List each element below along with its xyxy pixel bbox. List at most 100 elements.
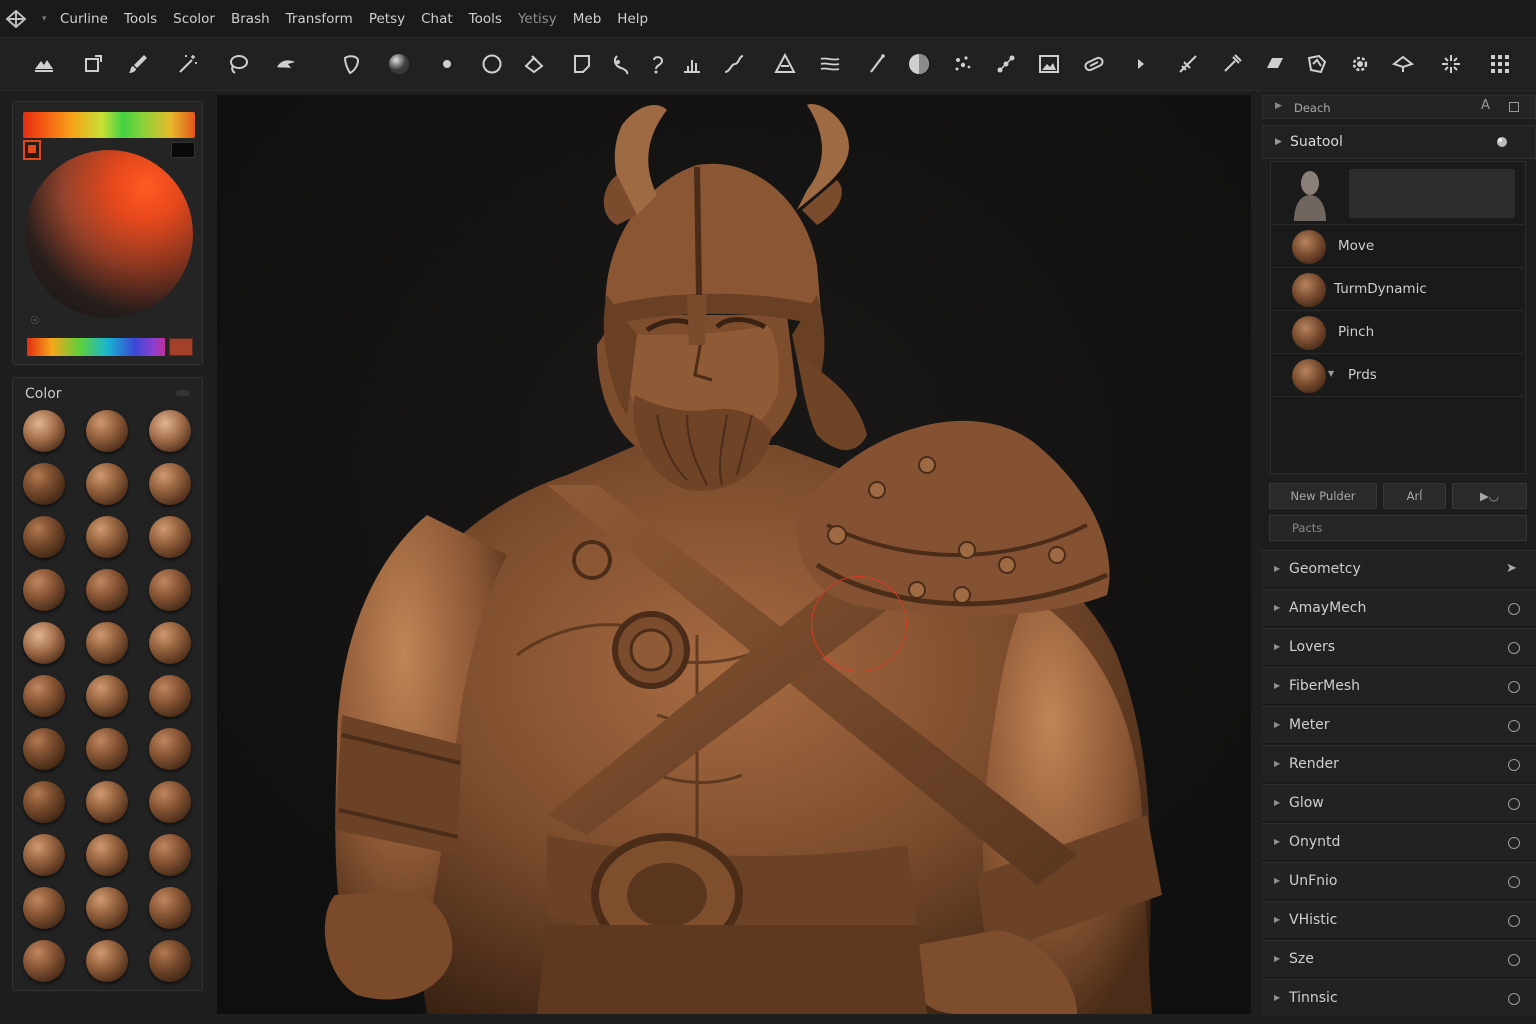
lasso-icon[interactable] (222, 48, 254, 80)
toggle-circle-icon[interactable] (1508, 681, 1520, 693)
toggle-circle-icon[interactable] (1508, 642, 1520, 654)
material-swatch[interactable] (149, 940, 191, 982)
material-swatch[interactable] (23, 728, 65, 770)
subpalette-amaymech[interactable]: ▶ AmayMech (1262, 589, 1536, 627)
material-swatch[interactable] (86, 569, 128, 611)
subpalette-render[interactable]: ▶ Render (1262, 745, 1536, 783)
line-icon[interactable] (861, 48, 893, 80)
menu-meb[interactable]: Meb (565, 0, 610, 38)
brush-item-move[interactable]: Move (1272, 226, 1524, 268)
primary-color-swatch[interactable] (23, 140, 41, 160)
brush-item-turmdynamic[interactable]: TurmDynamic (1272, 269, 1524, 311)
curve-icon[interactable] (718, 48, 750, 80)
mask-icon[interactable] (335, 48, 367, 80)
subpalette-vhistic[interactable]: ▶ VHistic (1262, 901, 1536, 939)
panel-search-input[interactable]: Pacts (1269, 515, 1527, 541)
material-swatch[interactable] (86, 728, 128, 770)
material-swatch[interactable] (86, 410, 128, 452)
viewport-canvas[interactable] (217, 95, 1251, 1014)
smudge-icon[interactable] (270, 48, 302, 80)
pen-icon[interactable] (1216, 48, 1248, 80)
subpalette-geometcy[interactable]: ▶ Geometcy ➤ (1262, 550, 1536, 588)
ar-button[interactable]: Arĺ (1383, 483, 1446, 509)
material-swatch[interactable] (23, 569, 65, 611)
toggle-circle-icon[interactable] (1508, 954, 1520, 966)
flatten-icon[interactable] (1259, 48, 1291, 80)
pin-icon[interactable]: ➤ (1506, 561, 1517, 576)
material-swatch[interactable] (149, 622, 191, 664)
sparkle-icon[interactable] (1435, 48, 1467, 80)
standard-icon[interactable] (676, 48, 708, 80)
image-icon[interactable] (1033, 48, 1065, 80)
panel-a-button[interactable]: A (1481, 98, 1490, 113)
material-swatch[interactable] (86, 781, 128, 823)
material-swatch[interactable] (23, 834, 65, 876)
material-swatch[interactable] (149, 516, 191, 558)
tool-section-header[interactable]: ▶ Suatool (1262, 125, 1536, 159)
toggle-circle-icon[interactable] (1508, 876, 1520, 888)
subpalette-tinnsic[interactable]: ▶ Tinnsic (1262, 979, 1536, 1017)
halfmoon-icon[interactable] (903, 48, 935, 80)
material-swatch[interactable] (86, 834, 128, 876)
toggle-circle-icon[interactable] (1508, 720, 1520, 732)
brush-item-prds[interactable]: ▼ Prds (1272, 355, 1524, 397)
trim-icon[interactable] (769, 48, 801, 80)
menu-curline[interactable]: Curline (52, 0, 116, 38)
material-swatch[interactable] (23, 622, 65, 664)
toggle-circle-icon[interactable] (1508, 798, 1520, 810)
material-swatch[interactable] (86, 463, 128, 505)
material-swatch[interactable] (23, 410, 65, 452)
brush-slot[interactable] (1349, 169, 1515, 218)
cut-icon[interactable] (1172, 48, 1204, 80)
secondary-color-swatch[interactable] (171, 142, 195, 158)
chevron-down-icon[interactable]: ▼ (1328, 369, 1334, 378)
circle-icon[interactable] (476, 48, 508, 80)
menu-petsy[interactable]: Petsy (361, 0, 413, 38)
pinch-icon[interactable] (605, 48, 637, 80)
material-swatch[interactable] (23, 940, 65, 982)
eyedropper-icon[interactable]: ☉ (30, 314, 40, 327)
menu-yetisy[interactable]: Yetisy (510, 0, 565, 38)
gear-icon[interactable] (1344, 48, 1376, 80)
material-swatch[interactable] (149, 463, 191, 505)
material-swatch[interactable] (149, 410, 191, 452)
link-icon[interactable] (1078, 48, 1110, 80)
material-swatch[interactable] (149, 728, 191, 770)
scatter-icon[interactable] (947, 48, 979, 80)
material-swatch[interactable] (23, 516, 65, 558)
panel-maximize-icon[interactable] (1509, 102, 1519, 112)
collapse-triangle-icon[interactable]: ▶ (1275, 101, 1282, 111)
navigate-icon[interactable] (28, 48, 60, 80)
brush-item-pinch[interactable]: Pinch (1272, 312, 1524, 354)
toggle-circle-icon[interactable] (1508, 915, 1520, 927)
dot-icon[interactable] (431, 48, 463, 80)
menu-transform[interactable]: Transform (278, 0, 361, 38)
toggle-circle-icon[interactable] (1508, 603, 1520, 615)
subpalette-sze[interactable]: ▶ Sze (1262, 940, 1536, 978)
material-swatch[interactable] (149, 781, 191, 823)
toggle-circle-icon[interactable] (1508, 759, 1520, 771)
play-button[interactable]: ▶◡ (1452, 483, 1527, 509)
material-swatch[interactable] (86, 516, 128, 558)
collapse-triangle-icon[interactable]: ▶ (1275, 137, 1282, 147)
toggle-circle-icon[interactable] (1508, 837, 1520, 849)
menu-caret-icon[interactable]: ▾ (42, 14, 52, 24)
hue-bar[interactable] (23, 112, 195, 138)
panel-header[interactable]: ▶ Deach A (1262, 95, 1536, 119)
subpalette-onyntd[interactable]: ▶ Onyntd (1262, 823, 1536, 861)
color-wheel[interactable] (25, 150, 193, 318)
plane-icon[interactable] (1387, 48, 1419, 80)
subpalette-meter[interactable]: ▶ Meter (1262, 706, 1536, 744)
material-swatch[interactable] (86, 622, 128, 664)
toggle-circle-icon[interactable] (1508, 993, 1520, 1005)
material-swatch[interactable] (86, 887, 128, 929)
menu-tools[interactable]: Tools (116, 0, 165, 38)
menu-chat[interactable]: Chat (413, 0, 461, 38)
frame-icon[interactable] (77, 48, 109, 80)
grid-icon[interactable] (1484, 48, 1516, 80)
arrow-icon[interactable] (1125, 48, 1157, 80)
polish-icon[interactable] (1301, 48, 1333, 80)
material-swatch[interactable] (149, 834, 191, 876)
material-swatch[interactable] (23, 463, 65, 505)
tool-settings-icon[interactable] (1495, 135, 1509, 149)
